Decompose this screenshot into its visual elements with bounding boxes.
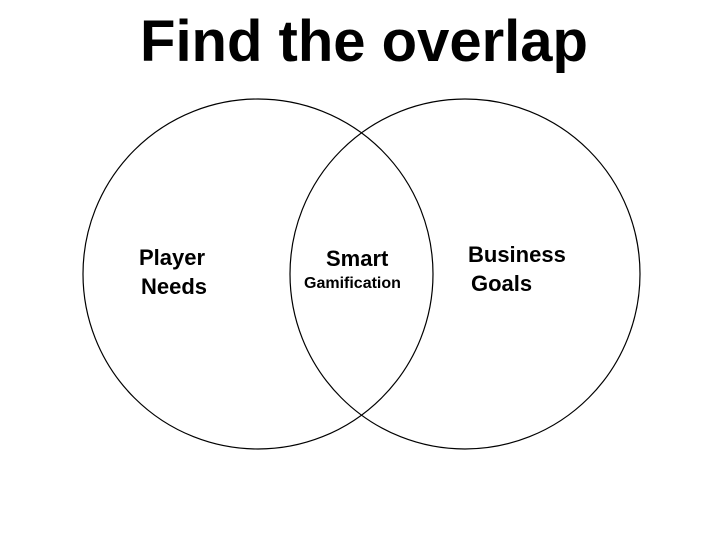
overlap-label-line-1: Smart bbox=[326, 246, 389, 271]
overlap-label-line-2: Gamification bbox=[304, 275, 401, 292]
business-goals-label-line-1: Business bbox=[468, 242, 566, 267]
player-needs-label-line-2: Needs bbox=[141, 274, 208, 299]
business-goals-label-line-2: Goals bbox=[471, 271, 533, 296]
venn-diagram bbox=[82, 98, 641, 450]
player-needs-label-line-1: Player bbox=[139, 245, 206, 270]
